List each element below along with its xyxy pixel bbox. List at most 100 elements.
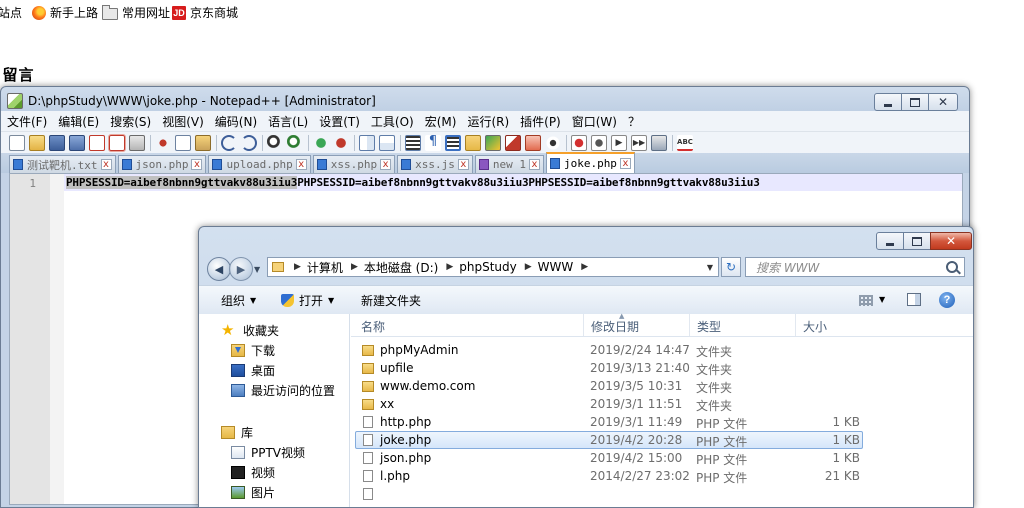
menu-run[interactable]: 运行(R): [467, 113, 509, 130]
help-icon[interactable]: ?: [939, 292, 955, 308]
column-divider[interactable]: [583, 314, 584, 336]
run-macro-multiple-icon[interactable]: ▶▶: [631, 134, 647, 151]
breadcrumb-phpstudy[interactable]: phpStudy: [459, 260, 517, 274]
file-row[interactable]: xx 2019/3/1 11:51 文件夹: [355, 395, 863, 413]
open-file-icon[interactable]: [29, 134, 45, 151]
file-row[interactable]: l.php 2014/2/27 23:02 PHP 文件 21 KB: [355, 467, 863, 485]
breadcrumb-computer[interactable]: 计算机: [307, 259, 343, 276]
view-dropdown-icon[interactable]: ▼: [879, 295, 885, 304]
file-row[interactable]: json.php 2019/4/2 15:00 PHP 文件 1 KB: [355, 449, 863, 467]
nav-recent-places[interactable]: 最近访问的位置: [231, 382, 335, 399]
menu-search[interactable]: 搜索(S): [110, 113, 151, 130]
close-tab-icon[interactable]: x: [380, 159, 392, 170]
bookmark-site[interactable]: 站点: [0, 4, 22, 21]
maximize-button[interactable]: [903, 232, 931, 250]
folder-workspace-icon[interactable]: [525, 134, 541, 151]
zoom-in-icon[interactable]: [313, 134, 329, 151]
save-all-icon[interactable]: [69, 134, 85, 151]
close-button[interactable]: ✕: [928, 93, 958, 111]
search-input[interactable]: 搜索 WWW: [745, 257, 965, 277]
monitoring-icon[interactable]: [545, 134, 561, 151]
undo-icon[interactable]: [221, 134, 237, 151]
organize-button[interactable]: 组织 ▼: [221, 292, 256, 309]
doc-map-icon[interactable]: [485, 134, 501, 151]
column-divider[interactable]: [689, 314, 690, 336]
refresh-button[interactable]: ↻: [721, 257, 741, 277]
menu-language[interactable]: 语言(L): [268, 113, 308, 130]
close-tab-icon[interactable]: x: [457, 159, 469, 170]
define-language-icon[interactable]: [465, 134, 481, 151]
column-size[interactable]: 大小: [803, 318, 827, 335]
cut-icon[interactable]: [155, 134, 171, 151]
close-tab-icon[interactable]: x: [295, 159, 307, 170]
nav-videos[interactable]: 视频: [231, 464, 275, 481]
menu-help[interactable]: ？: [628, 113, 640, 130]
tab-new-1[interactable]: new 1 x: [474, 155, 544, 173]
menu-plugins[interactable]: 插件(P): [520, 113, 561, 130]
breadcrumb-arrow-icon[interactable]: ▶: [351, 262, 358, 272]
column-divider[interactable]: [795, 314, 796, 336]
address-bar[interactable]: ▶ 计算机 ▶ 本地磁盘 (D:) ▶ phpStudy ▶ WWW ▶ ▼: [267, 257, 719, 277]
open-button[interactable]: 打开 ▼: [281, 292, 334, 309]
bookmark-jd[interactable]: JD 京东商城: [172, 4, 238, 21]
breadcrumb-arrow-icon[interactable]: ▶: [525, 262, 532, 272]
file-row[interactable]: www.demo.com 2019/3/5 10:31 文件夹: [355, 377, 863, 395]
bookmark-newbie[interactable]: 新手上路: [32, 4, 98, 21]
new-folder-button[interactable]: 新建文件夹: [361, 292, 421, 309]
nav-downloads[interactable]: 下载: [231, 342, 275, 359]
bookmark-common-sites[interactable]: 常用网址: [102, 4, 170, 21]
column-date-modified[interactable]: 修改日期: [591, 318, 639, 335]
nav-pictures[interactable]: 图片: [231, 484, 275, 501]
menu-window[interactable]: 窗口(W): [572, 113, 617, 130]
breadcrumb-arrow-icon[interactable]: ▶: [581, 262, 588, 272]
copy-icon[interactable]: [175, 134, 191, 151]
close-tab-icon[interactable]: x: [619, 158, 631, 169]
close-file-icon[interactable]: [89, 134, 105, 151]
nav-desktop[interactable]: 桌面: [231, 362, 275, 379]
play-macro-icon[interactable]: ▶: [611, 134, 627, 151]
close-button[interactable]: ✕: [930, 232, 972, 250]
menu-tools[interactable]: 工具(O): [371, 113, 414, 130]
search-icon[interactable]: [946, 261, 958, 273]
replace-icon[interactable]: [287, 134, 303, 151]
redo-icon[interactable]: [241, 134, 257, 151]
breadcrumb-arrow-icon[interactable]: ▶: [294, 262, 301, 272]
close-tab-icon[interactable]: x: [100, 159, 112, 170]
menu-settings[interactable]: 设置(T): [319, 113, 360, 130]
file-row[interactable]: upfile 2019/3/13 21:40 文件夹: [355, 359, 863, 377]
menu-view[interactable]: 视图(V): [162, 113, 204, 130]
menu-macro[interactable]: 宏(M): [425, 113, 457, 130]
maximize-button[interactable]: [901, 93, 929, 111]
close-all-icon[interactable]: [108, 133, 126, 152]
address-dropdown-icon[interactable]: ▼: [707, 263, 713, 272]
nav-libraries[interactable]: 库: [221, 424, 253, 441]
paste-icon[interactable]: [195, 134, 211, 151]
find-icon[interactable]: [267, 134, 283, 151]
save-icon[interactable]: [49, 134, 65, 151]
zoom-out-icon[interactable]: [333, 134, 349, 151]
menu-edit[interactable]: 编辑(E): [58, 113, 99, 130]
file-row[interactable]: [355, 485, 863, 503]
recent-pages-dropdown-icon[interactable]: ▼: [254, 265, 260, 274]
breadcrumb-www[interactable]: WWW: [538, 260, 574, 274]
minimize-button[interactable]: [876, 232, 904, 250]
tab-test-target[interactable]: 测试靶机.txt x: [9, 155, 116, 173]
close-tab-icon[interactable]: x: [191, 159, 203, 170]
file-row[interactable]: http.php 2019/3/1 11:49 PHP 文件 1 KB: [355, 413, 863, 431]
menu-encoding[interactable]: 编码(N): [215, 113, 257, 130]
breadcrumb-arrow-icon[interactable]: ▶: [446, 262, 453, 272]
file-row-selected[interactable]: joke.php 2019/4/2 20:28 PHP 文件 1 KB: [355, 431, 863, 449]
stop-macro-icon[interactable]: [591, 134, 607, 151]
tab-xss-php[interactable]: xss.php x: [312, 155, 396, 173]
breadcrumb-local-disk[interactable]: 本地磁盘 (D:): [364, 259, 438, 276]
tab-json-php[interactable]: json.php x: [117, 155, 207, 173]
close-tab-icon[interactable]: x: [528, 159, 540, 170]
tab-joke-php[interactable]: joke.php x: [545, 152, 635, 173]
back-button[interactable]: ◀: [207, 257, 231, 281]
menu-file[interactable]: 文件(F): [7, 113, 47, 130]
forward-button[interactable]: ▶: [229, 257, 253, 281]
indent-guide-icon[interactable]: [445, 134, 461, 151]
word-wrap-icon[interactable]: [405, 134, 421, 151]
nav-favorites[interactable]: ★ 收藏夹: [221, 322, 279, 339]
print-icon[interactable]: [129, 134, 145, 151]
